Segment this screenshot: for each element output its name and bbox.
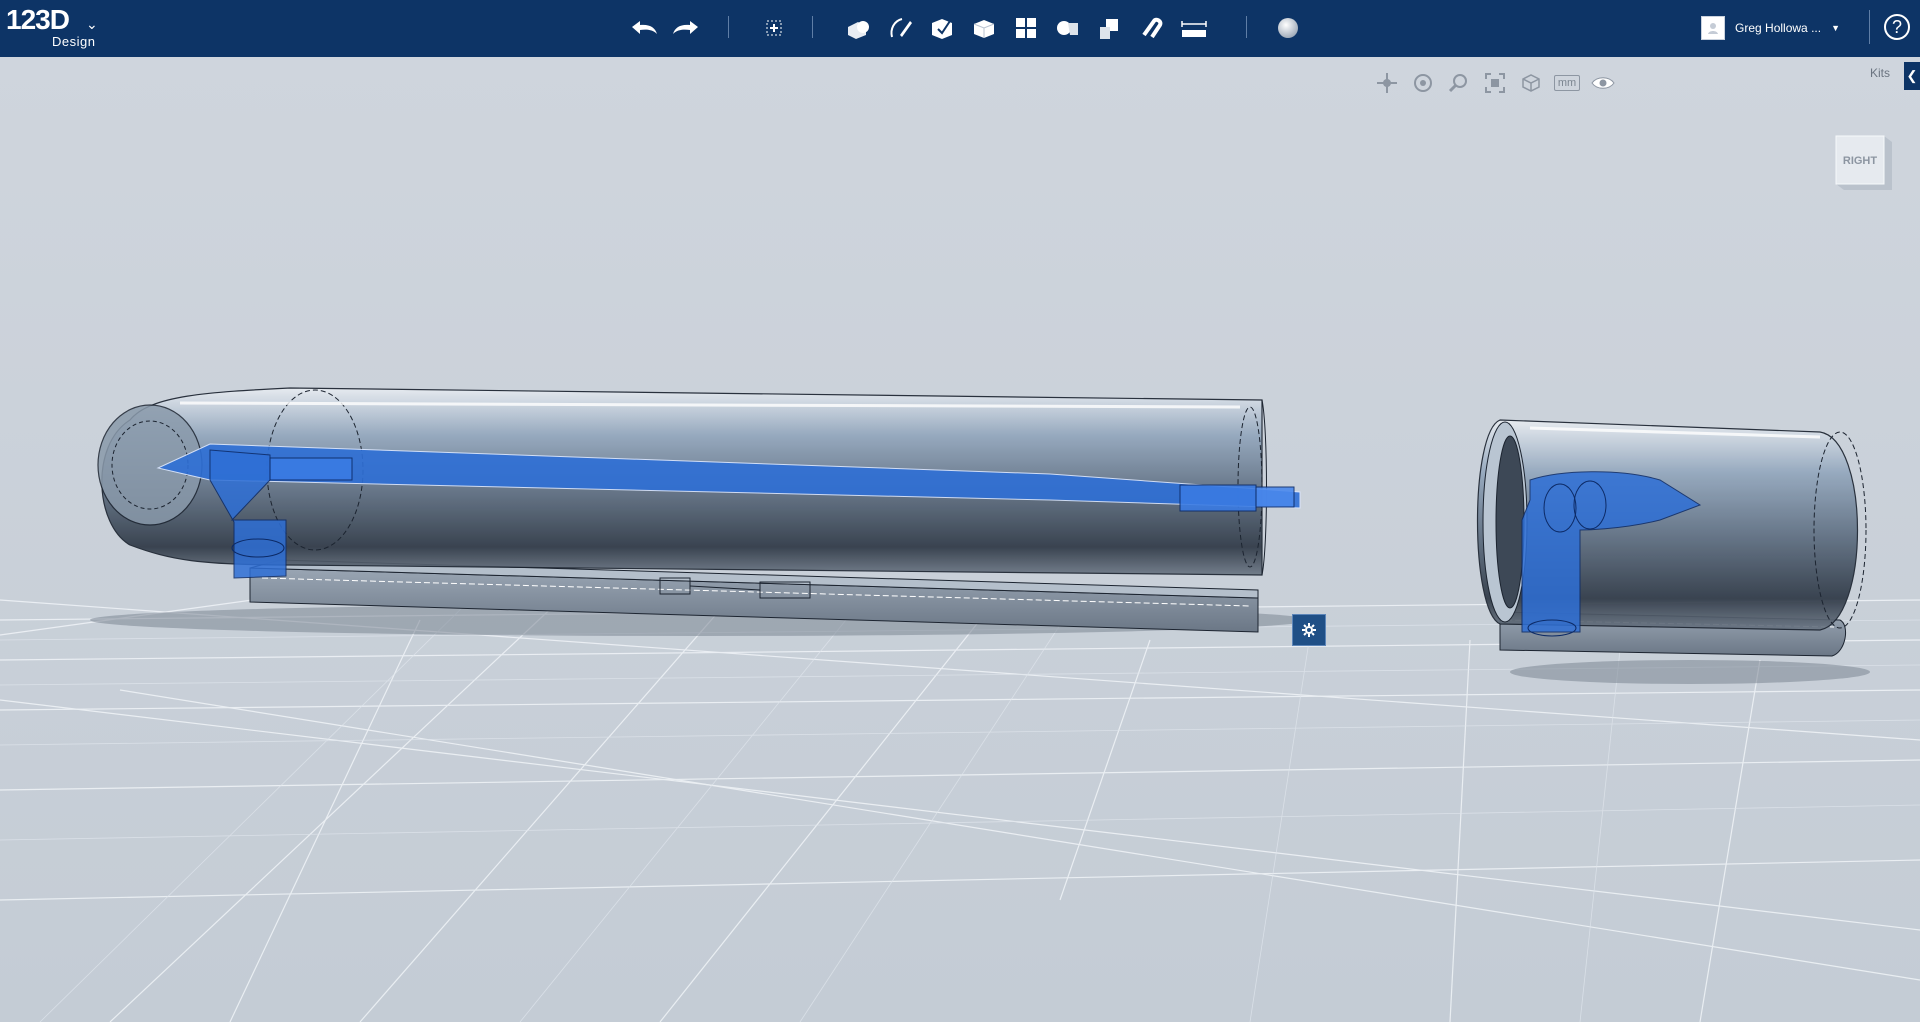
3d-viewport[interactable]: mm Kits ❮ RIGHT [0,57,1920,1022]
grouping-button[interactable] [1050,10,1086,46]
fit-button[interactable] [1480,70,1510,96]
redo-button[interactable] [668,10,704,46]
top-toolbar: 123D Design ⌄ Greg Hollowa ... ▼ ? [0,0,1920,57]
material-icon [1278,18,1298,38]
primitives-button[interactable] [840,10,876,46]
gear-icon [1302,623,1316,637]
left-model-part [97,387,1301,633]
views-button[interactable] [1516,70,1546,96]
pattern-button[interactable] [1008,10,1044,46]
app-menu-logo[interactable]: 123D Design ⌄ [6,4,98,50]
views-icon [1522,74,1540,92]
snap-button[interactable] [1134,10,1170,46]
snap-icon [1142,17,1163,39]
undo-button[interactable] [626,10,662,46]
measure-button[interactable] [1176,10,1212,46]
help-button[interactable]: ? [1884,14,1910,40]
sketch-icon [890,18,912,38]
user-icon [1708,23,1719,34]
chevron-down-icon: ⌄ [86,16,98,32]
transform-icon [766,20,782,36]
modify-icon [973,20,995,38]
material-button[interactable] [1270,10,1306,46]
user-name: Greg Hollowa ... [1735,21,1822,35]
scene-canvas [0,57,1920,1022]
redo-arrow-icon [673,21,698,34]
chevron-left-icon: ❮ [1906,68,1918,83]
zoom-button[interactable] [1444,70,1474,96]
orbit-icon [1414,74,1432,92]
orbit-button[interactable] [1408,70,1438,96]
navigation-bar: mm [1372,70,1618,96]
units-button[interactable]: mm [1552,70,1582,96]
viewcube-face-label: RIGHT [1843,155,1878,167]
pattern-icon [1016,18,1036,38]
construct-button[interactable] [924,10,960,46]
chevron-down-icon: ▼ [1831,23,1840,33]
construct-icon [932,19,952,39]
grouping-icon [1057,21,1078,35]
sketch-button[interactable] [882,10,918,46]
kits-panel-toggle[interactable]: ❮ [1904,62,1920,90]
combine-button[interactable] [1092,10,1128,46]
viewcube[interactable]: RIGHT [1832,132,1892,190]
visibility-icon [1591,77,1615,89]
zoom-icon [1448,74,1467,93]
settings-gear-button[interactable] [1292,614,1326,646]
undo-arrow-icon [632,21,657,34]
visibility-button[interactable] [1588,70,1618,96]
right-model-part [1476,419,1867,657]
pan-icon [1377,73,1397,93]
transform-button[interactable] [756,10,792,46]
units-label: mm [1553,75,1581,91]
kits-label[interactable]: Kits [1870,66,1890,80]
combine-icon [1100,19,1118,39]
fit-icon [1485,73,1505,93]
avatar [1701,16,1726,40]
pan-button[interactable] [1372,70,1402,96]
user-menu[interactable]: Greg Hollowa ... ▼ [1701,16,1840,40]
modify-button[interactable] [966,10,1002,46]
primitives-icon [848,21,869,39]
measure-icon [1181,21,1207,37]
logo-text: 123D [6,4,70,35]
logo-subtitle: Design [52,34,96,49]
